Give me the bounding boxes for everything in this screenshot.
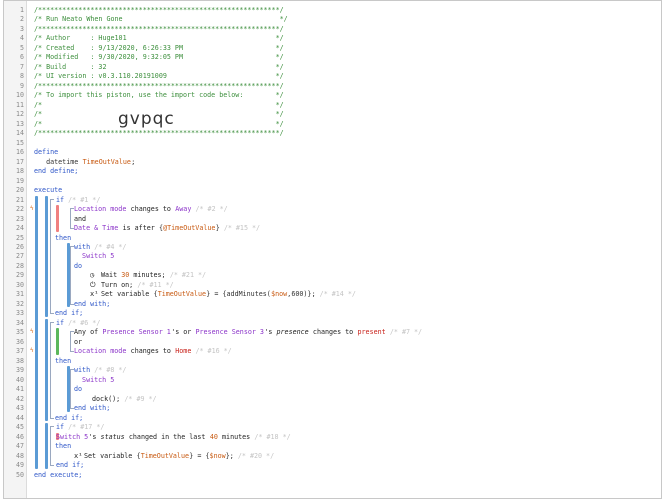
code-token: end execute; <box>34 470 83 479</box>
code-viewer: 1 2 3 4 5 6 7 8 9 10 11 12 13 14 15 16 17 18 19 20 21 22 23 24 2… <box>3 0 662 499</box>
import-code-captcha: gvpqc <box>118 109 175 129</box>
code-line: end execute; <box>4 470 659 480</box>
